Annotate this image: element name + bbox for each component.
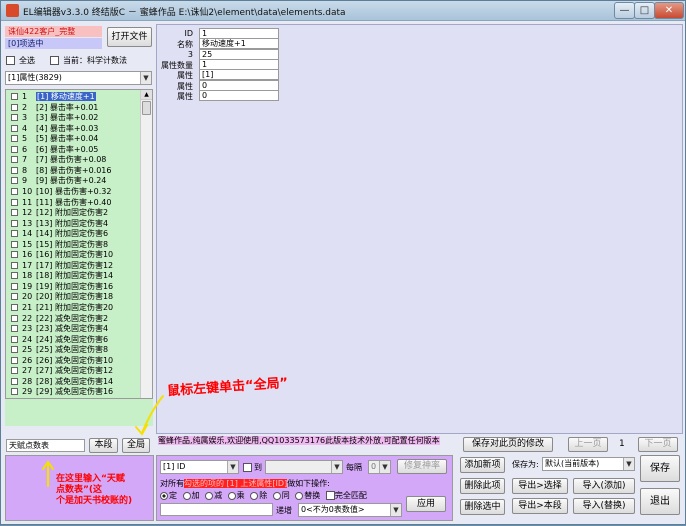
annotation-arrows bbox=[42, 395, 164, 487]
arrowhead-global-icon bbox=[135, 424, 148, 436]
app-window: EL编辑器v3.3.0 终结版C － 蜜蜂作品 E:\诛仙2\element\d… bbox=[0, 0, 686, 525]
